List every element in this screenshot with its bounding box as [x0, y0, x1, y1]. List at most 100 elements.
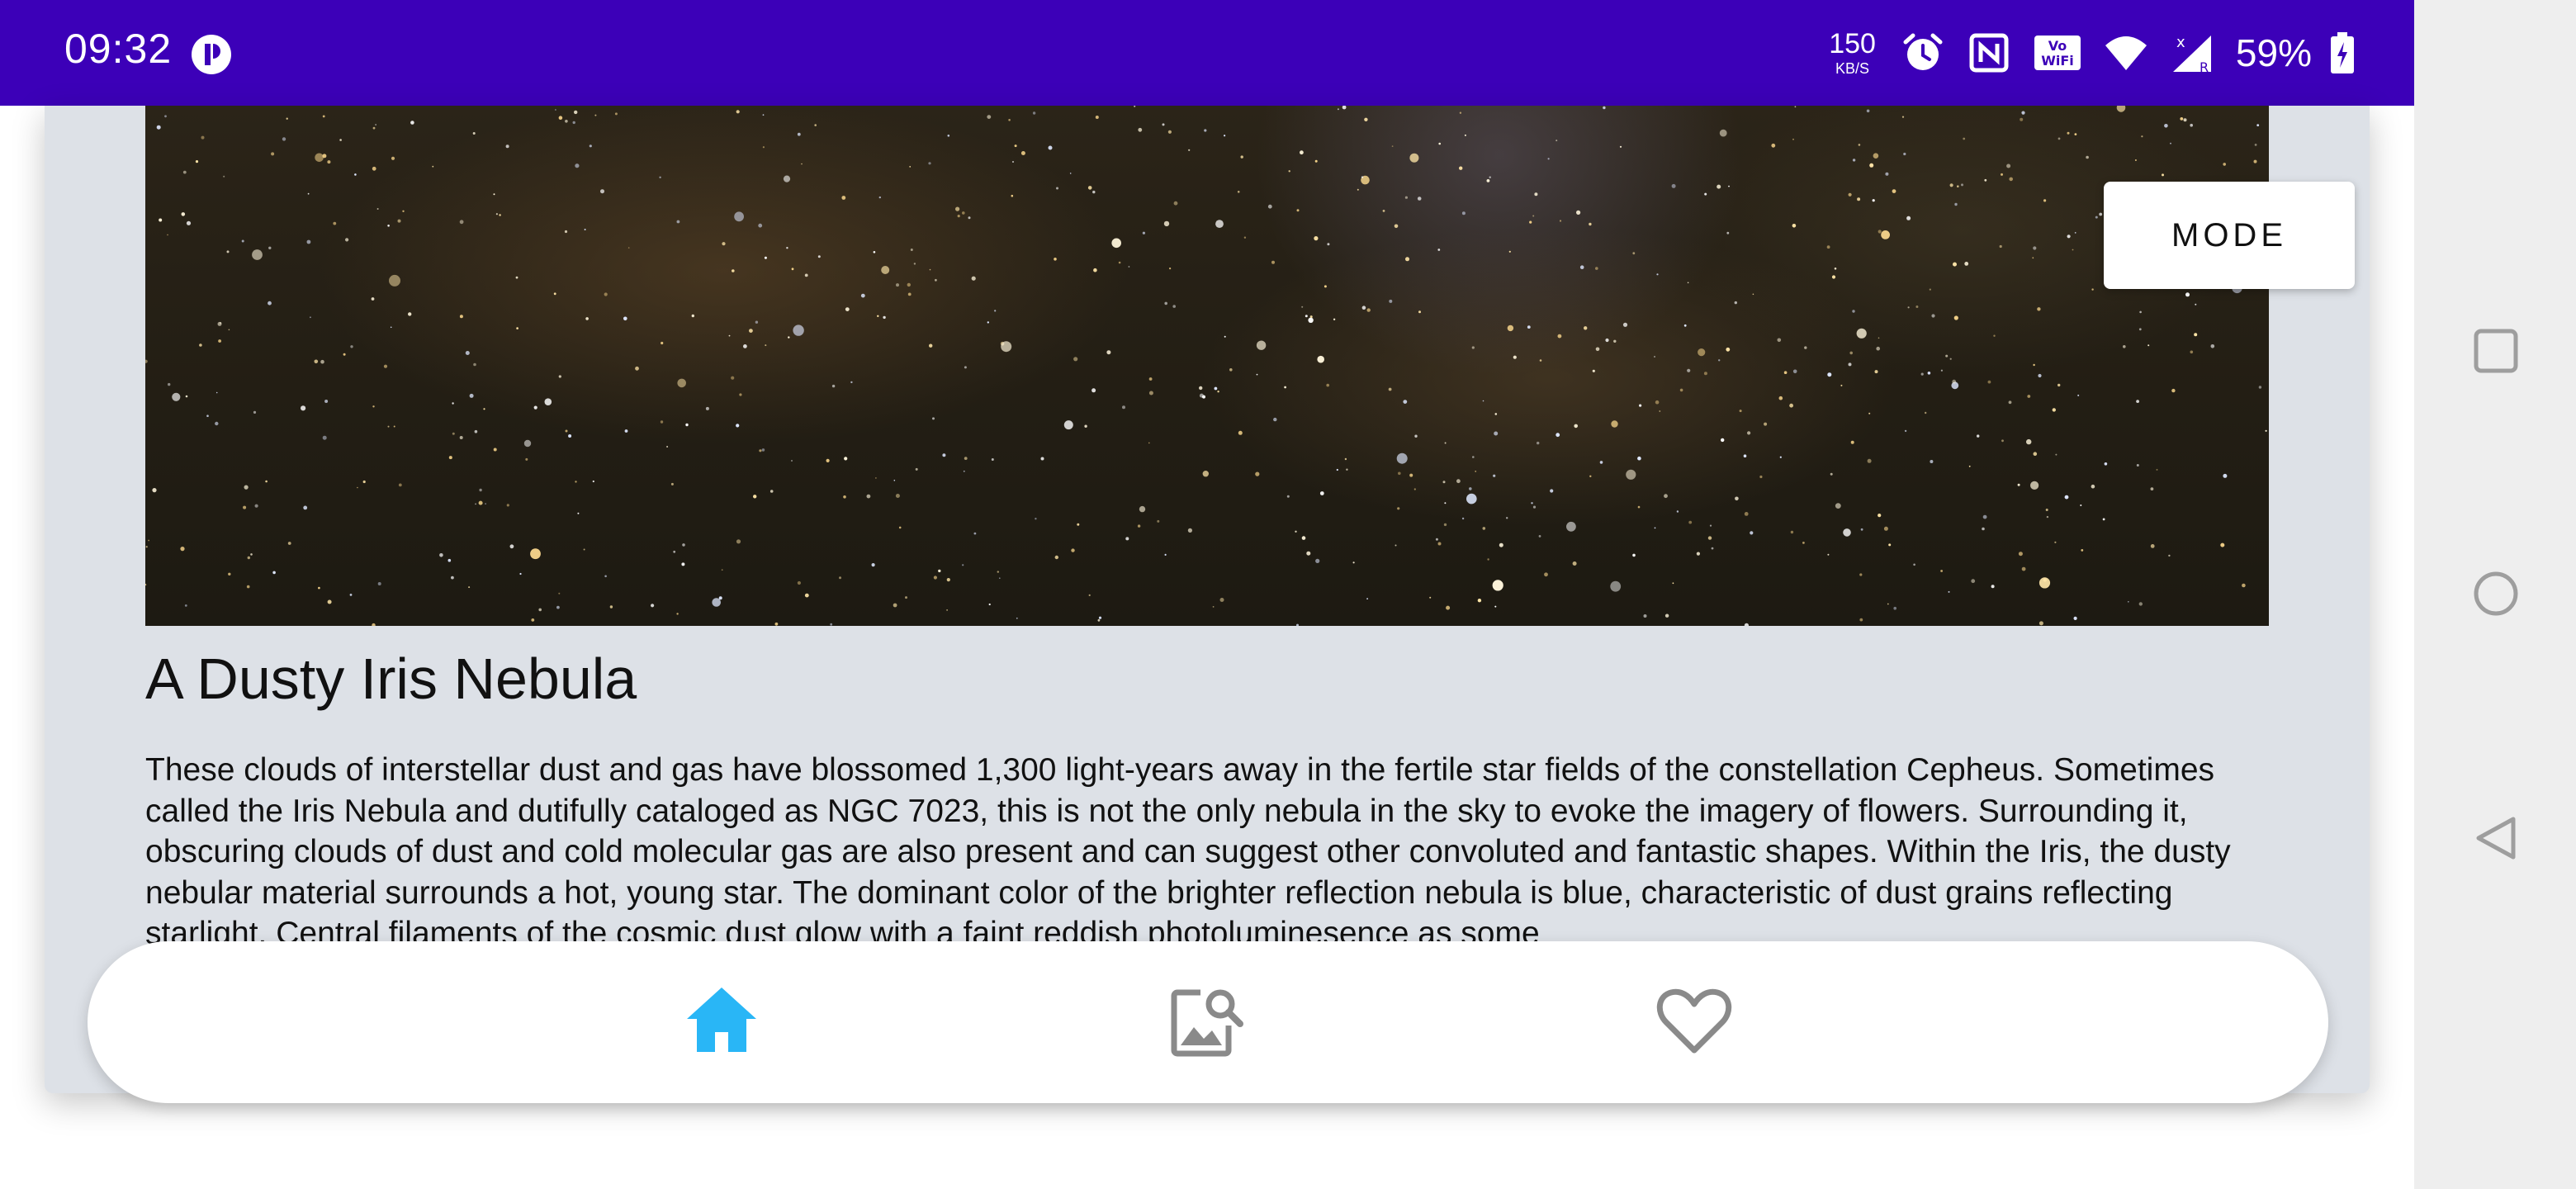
star — [1711, 547, 1714, 550]
star — [1869, 163, 1874, 168]
star — [493, 193, 495, 196]
heart-icon[interactable] — [1655, 981, 1734, 1060]
star — [661, 341, 664, 345]
star — [1534, 192, 1538, 197]
star — [2018, 552, 2023, 557]
star — [762, 114, 765, 116]
star — [145, 359, 148, 363]
star — [682, 543, 685, 547]
star — [883, 315, 886, 320]
star — [938, 569, 941, 573]
star — [472, 132, 476, 135]
apod-image[interactable] — [145, 106, 2269, 626]
star — [1202, 471, 1210, 477]
star — [1925, 411, 1927, 414]
back-icon[interactable] — [2472, 814, 2520, 862]
star — [1016, 617, 1018, 619]
star — [2021, 566, 2026, 571]
star — [1418, 310, 1421, 314]
star — [387, 425, 390, 428]
star — [459, 315, 463, 319]
star — [585, 317, 589, 320]
star — [402, 210, 405, 212]
star — [2067, 131, 2070, 135]
star — [1388, 387, 1392, 391]
star — [2081, 549, 2084, 552]
star — [2150, 487, 2154, 490]
star — [1771, 143, 1776, 148]
star — [1486, 179, 1490, 182]
star — [1639, 404, 1642, 407]
star — [1469, 487, 1472, 490]
star — [1035, 518, 1037, 520]
star — [955, 206, 960, 211]
star — [2136, 400, 2140, 403]
star — [1352, 561, 1355, 564]
star — [1696, 552, 1700, 556]
star — [1305, 315, 1308, 318]
star — [1342, 106, 1347, 110]
star — [181, 212, 186, 216]
star — [314, 359, 319, 364]
star — [1719, 129, 1727, 137]
star — [589, 144, 592, 148]
star — [2254, 144, 2257, 146]
star — [478, 500, 483, 505]
star — [383, 364, 388, 368]
star — [676, 220, 680, 224]
star — [220, 322, 222, 324]
mode-button[interactable]: MODE — [2104, 182, 2355, 289]
recents-icon[interactable] — [2472, 327, 2520, 375]
star — [1456, 479, 1461, 484]
star — [783, 175, 791, 182]
star — [964, 457, 968, 460]
star — [736, 424, 740, 428]
star — [184, 604, 187, 607]
status-icons: 150 KB/S Vo WiFi x R 59% — [1829, 25, 2356, 81]
star — [1557, 334, 1562, 339]
star — [393, 425, 395, 428]
star — [495, 213, 498, 216]
star — [320, 359, 324, 364]
star — [1827, 553, 1830, 556]
star — [1544, 572, 1548, 577]
svg-text:WiFi: WiFi — [2041, 53, 2074, 69]
star — [2038, 373, 2042, 378]
star — [826, 458, 830, 462]
star — [223, 175, 225, 178]
star — [2141, 135, 2143, 138]
star — [1547, 158, 1550, 160]
star — [1443, 523, 1447, 527]
star — [2043, 578, 2047, 582]
network-speed-unit: KB/S — [1835, 60, 1870, 77]
star — [1703, 372, 1707, 376]
star — [397, 219, 401, 223]
star — [2265, 429, 2267, 432]
star — [971, 276, 976, 281]
star — [2128, 601, 2129, 603]
star — [1971, 579, 1976, 584]
star — [1444, 502, 1447, 504]
star — [2046, 515, 2049, 519]
star — [555, 109, 556, 111]
star — [1317, 355, 1324, 363]
star — [1750, 531, 1754, 535]
star — [357, 486, 358, 489]
star — [1664, 613, 1669, 618]
star — [1982, 527, 1985, 531]
star — [1679, 388, 1683, 392]
star — [1011, 194, 1014, 197]
star — [1792, 138, 1794, 140]
star — [553, 292, 556, 296]
home-icon[interactable] — [682, 981, 761, 1060]
article-explanation: These clouds of interstellar dust and ga… — [145, 752, 2231, 950]
star — [172, 392, 181, 401]
image-search-icon[interactable] — [1166, 981, 1245, 1060]
home-nav-icon[interactable] — [2472, 570, 2520, 618]
star — [1709, 524, 1712, 527]
star — [2001, 439, 2004, 443]
star — [743, 344, 747, 348]
star — [254, 504, 258, 508]
star — [1237, 191, 1240, 193]
star — [1929, 288, 1931, 291]
